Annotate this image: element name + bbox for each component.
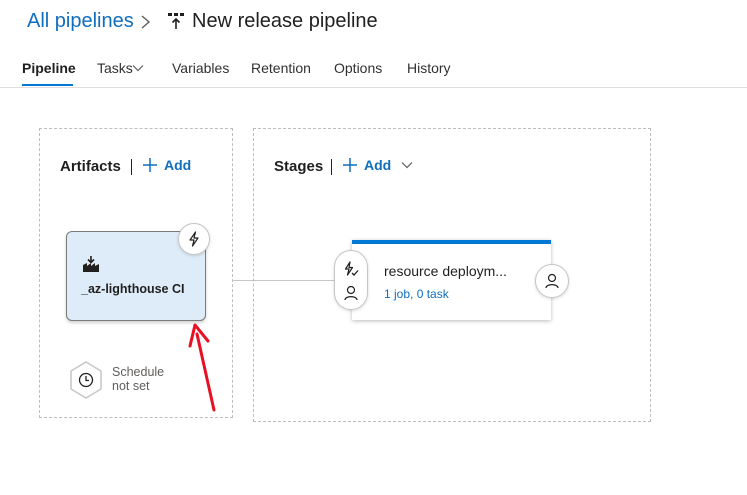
- tab-tasks[interactable]: Tasks: [97, 60, 133, 76]
- schedule-line-1: Schedule: [112, 365, 165, 379]
- title-separator: [131, 159, 132, 175]
- trigger-check-icon[interactable]: [343, 261, 359, 277]
- artifact-name: _az-lighthouse CI: [81, 282, 185, 296]
- schedule-label: Schedule not set: [112, 365, 164, 393]
- chevron-right-icon: [141, 15, 151, 29]
- release-pipeline-icon: [168, 13, 184, 29]
- add-artifact-label: Add: [164, 157, 192, 173]
- plus-icon: [343, 158, 357, 172]
- tab-variables[interactable]: Variables: [172, 60, 229, 76]
- breadcrumb-all-pipelines[interactable]: All pipelines: [27, 10, 134, 33]
- schedule-line-2: not set: [112, 379, 150, 393]
- stage-job-summary[interactable]: 1 job, 0 task: [384, 287, 449, 301]
- active-tab-indicator: [22, 84, 73, 86]
- post-deployment-approvals-button[interactable]: [535, 264, 569, 298]
- page-title: New release pipeline: [192, 10, 378, 32]
- schedule-button[interactable]: [69, 361, 103, 399]
- tab-history[interactable]: History: [407, 60, 451, 76]
- stage-name[interactable]: resource deploym...: [384, 263, 507, 279]
- add-stage-button[interactable]: Add: [342, 157, 413, 173]
- person-icon: [545, 273, 559, 289]
- person-icon[interactable]: [344, 285, 358, 301]
- add-stage-label: Add: [364, 157, 392, 173]
- plus-icon: [143, 158, 157, 172]
- tab-retention[interactable]: Retention: [251, 60, 311, 76]
- continuous-trigger-button[interactable]: [178, 223, 210, 255]
- add-artifact-button[interactable]: Add: [142, 157, 191, 173]
- build-artifact-icon: [83, 256, 99, 272]
- chevron-down-icon[interactable]: [401, 160, 413, 170]
- tab-options[interactable]: Options: [334, 60, 382, 76]
- annotation-arrow: [188, 323, 216, 412]
- pre-deployment-conditions[interactable]: [334, 250, 368, 310]
- stage-card[interactable]: [352, 240, 551, 320]
- lightning-icon: [189, 231, 199, 247]
- chevron-down-icon[interactable]: [132, 63, 144, 73]
- stages-title: Stages: [274, 158, 324, 175]
- artifacts-title: Artifacts: [60, 158, 121, 175]
- header-divider: [0, 87, 747, 88]
- title-separator: [331, 159, 332, 175]
- tab-pipeline[interactable]: Pipeline: [22, 60, 76, 76]
